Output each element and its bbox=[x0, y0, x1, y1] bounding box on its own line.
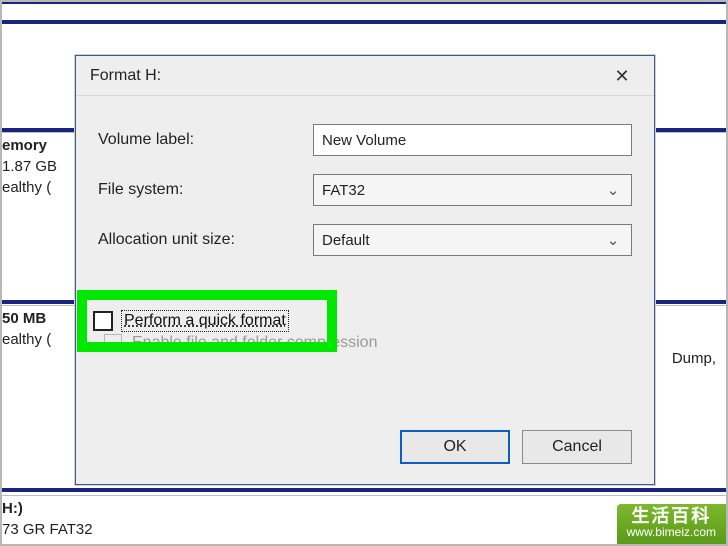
file-system-value: FAT32 bbox=[322, 182, 365, 199]
bg-row3-title: H:) bbox=[2, 500, 722, 517]
label-file-system: File system: bbox=[98, 181, 313, 199]
row-volume-label: Volume label: bbox=[98, 124, 632, 156]
bg-row2-title: 50 MB bbox=[2, 310, 51, 327]
row-allocation-unit: Allocation unit size: Default ⌄ bbox=[98, 224, 632, 256]
checkbox-icon bbox=[93, 311, 113, 331]
label-volume-label: Volume label: bbox=[98, 131, 313, 149]
dialog-button-row: OK Cancel bbox=[400, 430, 632, 464]
bg-row3-sub: 73 GR FAT32 bbox=[2, 521, 722, 538]
quick-format-label: Perform a quick format bbox=[121, 310, 289, 332]
bg-row2-status: ealthy ( bbox=[2, 331, 51, 348]
close-button[interactable]: ✕ bbox=[600, 61, 644, 91]
chevron-down-icon: ⌄ bbox=[603, 231, 623, 249]
file-system-select[interactable]: FAT32 ⌄ bbox=[313, 174, 632, 206]
allocation-unit-value: Default bbox=[322, 232, 370, 249]
format-dialog: Format H: ✕ Volume label: File system: F… bbox=[75, 55, 655, 485]
bg-row2-right: Dump, bbox=[672, 350, 722, 367]
chevron-down-icon: ⌄ bbox=[603, 181, 623, 199]
quick-format-checkbox[interactable]: Perform a quick format bbox=[93, 310, 289, 332]
cancel-button[interactable]: Cancel bbox=[522, 430, 632, 464]
watermark-url: www.bimeiz.com bbox=[627, 526, 716, 540]
allocation-unit-select[interactable]: Default ⌄ bbox=[313, 224, 632, 256]
ok-button[interactable]: OK bbox=[400, 430, 510, 464]
label-allocation-unit: Allocation unit size: bbox=[98, 231, 313, 249]
watermark-title: 生活百科 bbox=[627, 506, 716, 527]
tutorial-highlight: Perform a quick format bbox=[77, 290, 337, 352]
volume-label-input[interactable] bbox=[313, 124, 632, 156]
site-watermark: 生活百科 www.bimeiz.com bbox=[617, 504, 726, 544]
dialog-titlebar[interactable]: Format H: ✕ bbox=[76, 56, 654, 96]
row-file-system: File system: FAT32 ⌄ bbox=[98, 174, 632, 206]
close-icon: ✕ bbox=[614, 66, 629, 86]
dialog-title: Format H: bbox=[90, 67, 161, 85]
